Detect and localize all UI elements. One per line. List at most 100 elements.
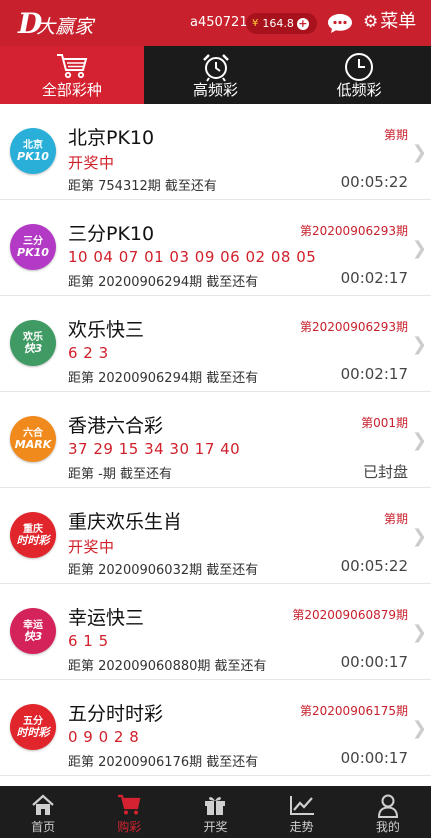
logo-line2: 快3	[23, 342, 43, 355]
chevron-right-icon: ❯	[411, 526, 427, 547]
lottery-name: 北京PK10	[68, 127, 155, 149]
next-draw-label: 距第 -期 截至还有	[68, 467, 172, 482]
countdown-timer: 00:05:22	[340, 557, 408, 575]
chevron-right-icon: ❯	[411, 430, 427, 451]
balance-amount: 164.8	[262, 17, 294, 30]
nav-home[interactable]: 首页	[0, 786, 86, 838]
lottery-name: 五分时时彩	[68, 703, 164, 725]
trend-chart-icon	[289, 796, 314, 815]
chat-icon[interactable]	[327, 12, 353, 34]
tab-all-lotteries[interactable]: 全部彩种	[0, 46, 144, 104]
next-draw-label: 距第 20200906032期 截至还有	[68, 563, 259, 578]
next-draw-label: 距第 20200906176期 截至还有	[68, 755, 259, 770]
countdown-timer: 已封盘	[362, 463, 408, 481]
chevron-right-icon: ❯	[411, 622, 427, 643]
lottery-name: 香港六合彩	[68, 415, 164, 437]
tab-label: 低频彩	[336, 81, 382, 99]
nav-label: 首页	[31, 820, 56, 834]
issue-number: 第20200906175期	[300, 704, 408, 718]
countdown-timer: 00:02:17	[340, 269, 408, 287]
currency-symbol: ¥	[252, 18, 259, 29]
issue-number: 第20200906293期	[300, 224, 408, 238]
chevron-right-icon: ❯	[411, 718, 427, 739]
tab-high-frequency[interactable]: 高频彩	[144, 46, 288, 104]
logo-line2: 时时彩	[16, 726, 50, 739]
cart-icon	[56, 54, 88, 79]
menu-button[interactable]: ⚙ 菜单	[363, 11, 417, 33]
draw-result: 6 1 5	[68, 632, 109, 650]
logo-line2: PK10	[17, 150, 49, 163]
lottery-logo: 北京 PK10	[10, 128, 56, 174]
issue-number: 第期	[383, 128, 408, 142]
countdown-timer: 00:00:17	[340, 653, 408, 671]
next-draw-label: 距第 20200906294期 截至还有	[68, 371, 259, 386]
next-draw-label: 距第 754312期 截至还有	[68, 179, 217, 194]
nav-label: 走势	[289, 820, 314, 834]
lottery-item-xingyun-kuai3[interactable]: 幸运 快3 幸运快三 第202009060879期 6 1 5 距第 202009…	[0, 584, 431, 680]
nav-trends[interactable]: 走势	[259, 786, 345, 838]
draw-result: 开奖中	[68, 538, 115, 556]
issue-number: 第202009060879期	[292, 608, 408, 622]
lottery-category-tabs: 全部彩种 高频彩 低频彩	[0, 46, 431, 104]
lottery-logo: 三分 PK10	[10, 224, 56, 270]
gear-icon: ⚙	[363, 12, 379, 32]
balance-badge[interactable]: ¥ 164.8 +	[246, 13, 317, 34]
nav-label: 开奖	[203, 820, 228, 834]
user-icon	[377, 794, 398, 818]
draw-result: 开奖中	[68, 154, 115, 172]
lottery-list: 北京 PK10 北京PK10 第期 开奖中 距第 754312期 截至还有 00:…	[0, 104, 431, 786]
lottery-item-beijing-pk10[interactable]: 北京 PK10 北京PK10 第期 开奖中 距第 754312期 截至还有 00:…	[0, 104, 431, 200]
next-draw-label: 距第 20200906294期 截至还有	[68, 275, 259, 290]
tab-label: 全部彩种	[41, 81, 102, 99]
logo-line2: MARK	[14, 438, 52, 451]
nav-profile[interactable]: 我的	[345, 786, 431, 838]
logo-line2: PK10	[17, 246, 49, 259]
nav-label: 我的	[375, 820, 400, 834]
lottery-name: 重庆欢乐生肖	[68, 511, 183, 533]
lottery-item-sanfen-pk10[interactable]: 三分 PK10 三分PK10 第20200906293期 10 04 07 01 …	[0, 200, 431, 296]
tab-low-frequency[interactable]: 低频彩	[287, 46, 431, 104]
lottery-logo: 幸运 快3	[10, 608, 56, 654]
countdown-timer: 00:02:17	[340, 365, 408, 383]
issue-number: 第001期	[361, 416, 408, 430]
issue-number: 第20200906293期	[300, 320, 408, 334]
lottery-item-chongqing-zodiac[interactable]: 重庆 时时彩 重庆欢乐生肖 第期 开奖中 距第 20200906032期 截至还有…	[0, 488, 431, 584]
nav-buy-lottery[interactable]: 购彩	[86, 786, 172, 838]
draw-result: 10 04 07 01 03 09 06 02 08 05	[68, 248, 317, 266]
add-funds-icon[interactable]: +	[296, 17, 309, 30]
next-draw-label: 距第 202009060880期 截至还有	[68, 659, 267, 674]
bottom-nav: 首页 购彩 开奖 走势 我的	[0, 786, 431, 838]
lottery-item-hk-mark-six[interactable]: 六合 MARK 香港六合彩 第001期 37 29 15 34 30 17 40 …	[0, 392, 431, 488]
countdown-timer: 00:00:17	[340, 749, 408, 767]
tab-label: 高频彩	[193, 81, 239, 99]
countdown-timer: 00:05:22	[340, 173, 408, 191]
lottery-logo: 六合 MARK	[10, 416, 56, 462]
issue-number: 第期	[383, 512, 408, 526]
top-header: D 大赢家 a450721 ¥ 164.8 + ⚙ 菜单	[0, 0, 431, 46]
logo-line2: 时时彩	[16, 534, 50, 547]
logo-line2: 快3	[23, 630, 43, 643]
lottery-item-wufen-ssc[interactable]: 五分 时时彩 五分时时彩 第20200906175期 0 9 0 2 8 距第 2…	[0, 680, 431, 776]
menu-label: 菜单	[380, 11, 417, 32]
clock-icon	[345, 53, 374, 81]
lottery-item-huanle-kuai3[interactable]: 欢乐 快3 欢乐快三 第20200906293期 6 2 3 距第 2020090…	[0, 296, 431, 392]
nav-label: 购彩	[117, 820, 142, 834]
lottery-logo: 欢乐 快3	[10, 320, 56, 366]
lottery-name: 三分PK10	[68, 223, 155, 245]
chevron-right-icon: ❯	[411, 334, 427, 355]
nav-draw-results[interactable]: 开奖	[172, 786, 258, 838]
draw-result: 0 9 0 2 8	[68, 728, 140, 746]
chevron-right-icon: ❯	[411, 238, 427, 259]
lottery-name: 幸运快三	[68, 607, 145, 629]
gift-icon	[205, 797, 226, 815]
lottery-name: 欢乐快三	[68, 319, 145, 341]
username: a450721	[190, 15, 248, 30]
logo-text: 大赢家	[36, 16, 94, 38]
app-logo[interactable]: D 大赢家	[18, 8, 93, 39]
lottery-logo: 重庆 时时彩	[10, 512, 56, 558]
home-icon	[32, 794, 54, 815]
shopping-cart-icon	[118, 794, 141, 815]
chevron-right-icon: ❯	[411, 142, 427, 163]
alarm-clock-icon	[202, 54, 229, 82]
draw-result: 6 2 3	[68, 344, 109, 362]
